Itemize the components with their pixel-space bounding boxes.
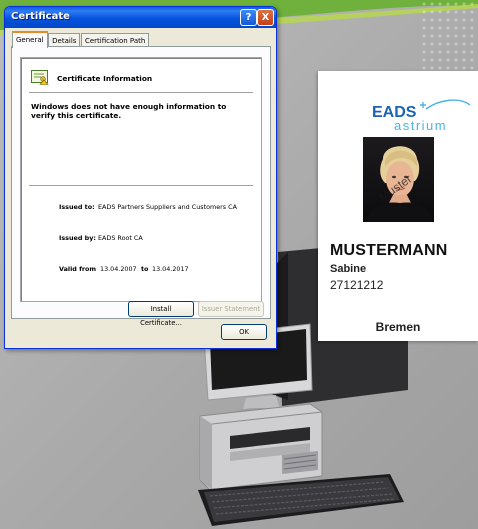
- card-surname: MUSTERMANN: [330, 242, 448, 259]
- card-firstname: Sabine: [330, 263, 367, 275]
- issued-to-label: Issued to:: [59, 203, 95, 211]
- issuer-statement-button[interactable]: Issuer Statement: [198, 301, 264, 317]
- window-title: Certificate: [11, 11, 70, 22]
- certificate-info-heading: Certificate Information: [57, 74, 153, 83]
- help-button[interactable]: ?: [240, 9, 257, 26]
- certificate-dialog: Certificate ? X General Details Certific…: [4, 6, 277, 349]
- install-certificate-button[interactable]: Install Certificate...: [128, 301, 194, 327]
- decorative-dot-pattern: [420, 0, 478, 80]
- ok-button[interactable]: OK: [221, 324, 267, 340]
- issued-to-value: EADS Partners Suppliers and Customers CA: [98, 203, 237, 211]
- svg-text:astrium: astrium: [394, 118, 447, 133]
- card-location: Bremen: [375, 320, 421, 334]
- valid-to-value: 13.04.2017: [152, 265, 189, 273]
- verification-message: Windows does not have enough information…: [31, 102, 227, 120]
- tab-bar: General Details Certification Path: [12, 31, 150, 48]
- title-bar[interactable]: Certificate ? X: [5, 7, 276, 28]
- id-photo: Muster: [363, 137, 434, 222]
- valid-from-value: 13.04.2007: [100, 265, 137, 273]
- close-button[interactable]: X: [257, 9, 274, 26]
- scene: EADS astrium Muster MUSTERMANN Sabine 27…: [0, 0, 478, 529]
- tab-general[interactable]: General: [12, 31, 48, 48]
- certificate-info-box: Certificate Information Windows does not…: [20, 57, 262, 302]
- employee-id-card: EADS astrium Muster MUSTERMANN Sabine 27…: [318, 71, 478, 341]
- issued-by-label: Issued by:: [59, 234, 96, 242]
- card-id-number: 27121212: [330, 278, 384, 292]
- valid-from-label: Valid from: [59, 265, 97, 273]
- divider: [29, 92, 253, 93]
- certificate-warning-icon: [31, 70, 49, 85]
- general-tab-panel: Certificate Information Windows does not…: [11, 46, 271, 327]
- valid-to-label: to: [141, 265, 149, 273]
- eads-astrium-logo: EADS astrium: [372, 99, 471, 133]
- divider: [29, 185, 253, 186]
- issued-by-value: EADS Root CA: [98, 234, 143, 242]
